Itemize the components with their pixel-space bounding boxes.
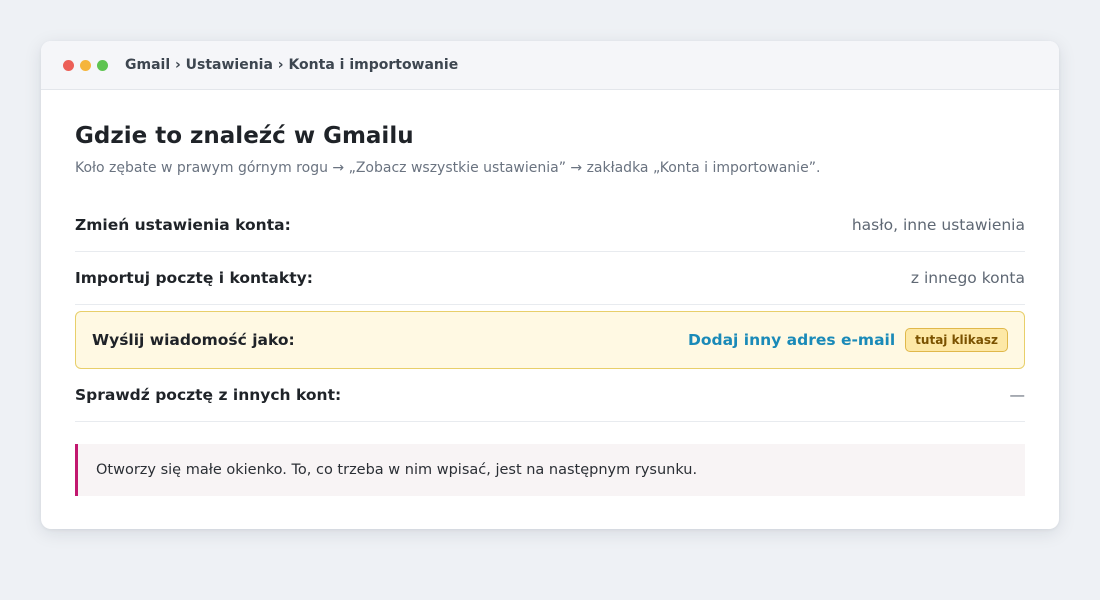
page-title: Gdzie to znaleźć w Gmailu xyxy=(75,123,414,149)
row-value: — xyxy=(1009,386,1026,404)
settings-row-change-account: Zmień ustawienia konta: hasło, inne usta… xyxy=(75,199,1025,252)
row-label: Sprawdź pocztę z innych kont: xyxy=(75,386,342,404)
close-window-button[interactable] xyxy=(63,59,74,71)
title-bar: Gmail › Ustawienia › Konta i importowani… xyxy=(41,41,1059,90)
add-email-address-link[interactable]: Dodaj inny adres e-mail xyxy=(688,331,895,349)
breadcrumb: Gmail › Ustawienia › Konta i importowani… xyxy=(125,57,459,73)
row-label: Zmień ustawienia konta: xyxy=(75,216,291,234)
page-subtitle: Koło zębate w prawym górnym rogu → „Zoba… xyxy=(75,160,821,176)
app-window: Gmail › Ustawienia › Konta i importowani… xyxy=(41,41,1059,529)
minimize-window-button[interactable] xyxy=(80,59,91,71)
settings-row-send-as: Wyślij wiadomość jako: Dodaj inny adres … xyxy=(75,311,1025,369)
row-value: z innego konta xyxy=(910,269,1025,287)
row-label: Wyślij wiadomość jako: xyxy=(92,331,295,349)
click-here-badge: tutaj klikasz xyxy=(905,328,1008,352)
settings-row-import: Importuj pocztę i kontakty: z innego kon… xyxy=(75,252,1025,305)
row-value: hasło, inne ustawienia xyxy=(851,216,1025,234)
main-content: Gdzie to znaleźć w Gmailu Koło zębate w … xyxy=(41,90,1059,496)
maximize-window-button[interactable] xyxy=(97,59,108,71)
row-label: Importuj pocztę i kontakty: xyxy=(75,269,313,287)
info-note: Otworzy się małe okienko. To, co trzeba … xyxy=(75,444,1025,496)
settings-row-check-mail: Sprawdź pocztę z innych kont: — xyxy=(75,369,1025,422)
settings-list: Zmień ustawienia konta: hasło, inne usta… xyxy=(75,199,1025,422)
row-actions: Dodaj inny adres e-mail tutaj klikasz xyxy=(688,328,1008,352)
